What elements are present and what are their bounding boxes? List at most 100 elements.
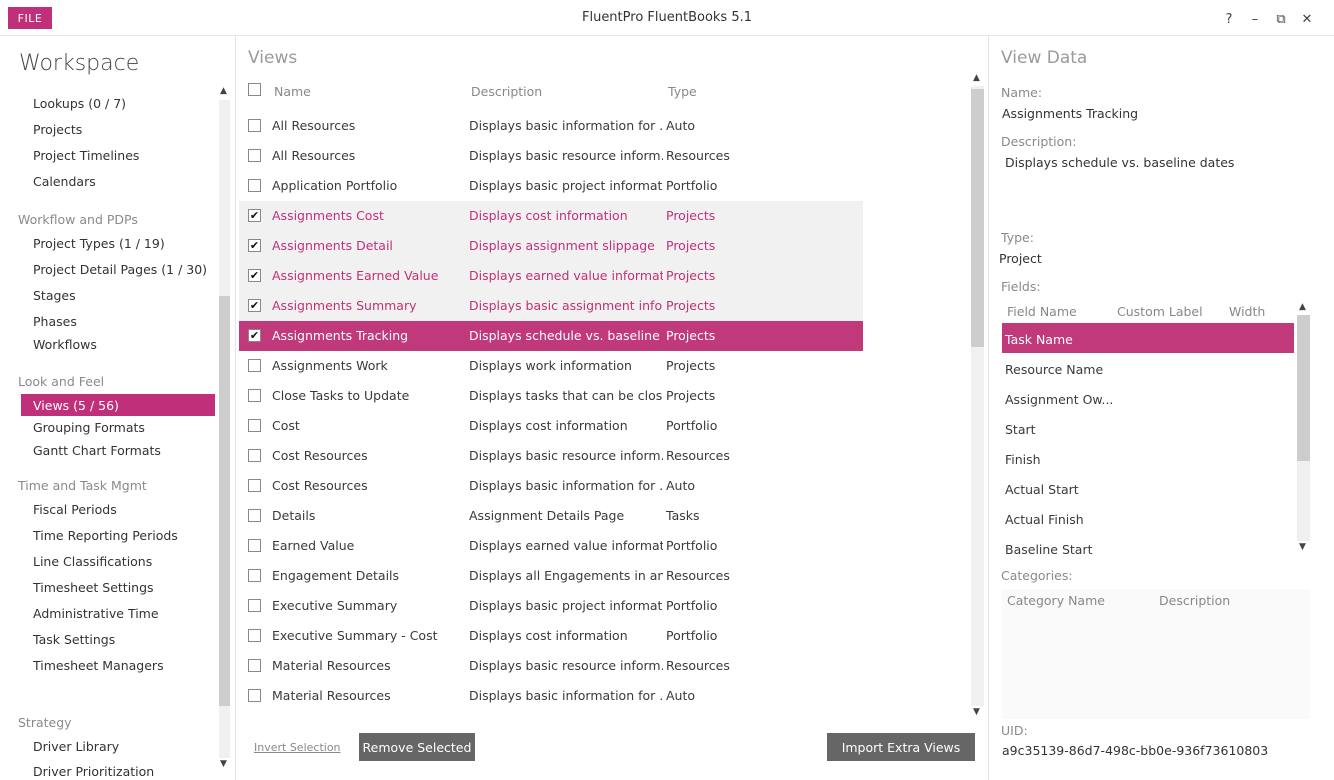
view-row[interactable]: All Resources Displays basic information … xyxy=(239,111,863,141)
remove-selected-button[interactable]: Remove Selected xyxy=(359,733,475,761)
sidebar-item[interactable]: Administrative Time xyxy=(33,606,159,621)
sidebar-item[interactable]: Grouping Formats xyxy=(33,420,145,435)
sidebar-item[interactable]: Views (5 / 56) xyxy=(33,398,119,413)
field-row[interactable]: Resource Name xyxy=(1002,353,1294,383)
row-checkbox[interactable] xyxy=(248,449,261,462)
scrollbar-thumb[interactable] xyxy=(1297,315,1310,461)
field-row[interactable]: Assignment Ow... xyxy=(1002,383,1294,413)
scrollbar-thumb[interactable] xyxy=(219,296,230,706)
chevron-down-icon[interactable]: ▼ xyxy=(1299,542,1306,552)
row-checkbox[interactable] xyxy=(248,179,261,192)
sidebar-item[interactable]: Gantt Chart Formats xyxy=(33,443,161,458)
sidebar-item[interactable]: Line Classifications xyxy=(33,554,152,569)
row-checkbox[interactable] xyxy=(248,359,261,372)
close-icon[interactable]: ✕ xyxy=(1294,9,1320,29)
sidebar-item[interactable]: Driver Prioritization xyxy=(33,764,154,779)
file-menu-button[interactable]: FILE xyxy=(8,7,52,29)
name-label: Name: xyxy=(1001,85,1043,100)
view-row[interactable]: All Resources Displays basic resource inf… xyxy=(239,141,863,171)
column-header-field-name[interactable]: Field Name xyxy=(1007,304,1077,319)
row-checkbox[interactable] xyxy=(248,419,261,432)
view-row[interactable]: Executive Summary Displays basic project … xyxy=(239,591,863,621)
row-checkbox[interactable] xyxy=(248,569,261,582)
chevron-up-icon[interactable]: ▲ xyxy=(220,86,227,96)
sidebar-item[interactable]: Stages xyxy=(33,288,76,303)
import-extra-views-button[interactable]: Import Extra Views xyxy=(827,733,975,761)
chevron-down-icon[interactable]: ▼ xyxy=(220,759,227,769)
view-row[interactable]: Material Resources Displays basic informa… xyxy=(239,681,863,711)
sidebar-item[interactable]: Driver Library xyxy=(33,739,119,754)
row-checkbox[interactable] xyxy=(248,119,261,132)
field-row[interactable]: Actual Start xyxy=(1002,473,1294,503)
row-checkbox[interactable] xyxy=(248,539,261,552)
invert-selection-link[interactable]: Invert Selection xyxy=(254,741,341,754)
row-checkbox[interactable]: ✔ xyxy=(248,209,261,222)
field-row[interactable]: Actual Finish xyxy=(1002,503,1294,533)
row-checkbox[interactable]: ✔ xyxy=(248,239,261,252)
field-row[interactable]: Task Name xyxy=(1002,323,1294,353)
fields-scrollbar[interactable]: ▲ ▼ xyxy=(1296,301,1311,555)
field-row[interactable]: Baseline Start xyxy=(1002,533,1294,555)
row-checkbox[interactable] xyxy=(248,689,261,702)
sidebar-item[interactable]: Project Timelines xyxy=(33,148,139,163)
row-checkbox[interactable] xyxy=(248,509,261,522)
row-checkbox[interactable] xyxy=(248,629,261,642)
sidebar-item[interactable]: Timesheet Settings xyxy=(33,580,154,595)
view-row[interactable]: Details Assignment Details Page Tasks xyxy=(239,501,863,531)
view-row[interactable]: ✔ Assignments Tracking Displays schedule v… xyxy=(239,321,863,351)
view-row[interactable]: Close Tasks to Update Displays tasks that… xyxy=(239,381,863,411)
help-icon[interactable]: ? xyxy=(1216,9,1242,29)
sidebar-item[interactable]: Fiscal Periods xyxy=(33,502,117,517)
sidebar-item[interactable]: Projects xyxy=(33,122,82,137)
view-row[interactable]: ✔ Assignments Detail Displays assignment s… xyxy=(239,231,863,261)
view-row[interactable]: ✔ Assignments Summary Displays basic assig… xyxy=(239,291,863,321)
field-name-cell: Assignment Ow... xyxy=(1005,392,1114,407)
view-row[interactable]: ✔ Assignments Earned Value Displays earned… xyxy=(239,261,863,291)
sidebar-item[interactable]: Lookups (0 / 7) xyxy=(33,96,126,111)
field-row[interactable]: Finish xyxy=(1002,443,1294,473)
column-header-name[interactable]: Name xyxy=(274,84,311,99)
view-row[interactable]: Cost Displays cost information Portfolio xyxy=(239,411,863,441)
row-checkbox[interactable]: ✔ xyxy=(248,329,261,342)
column-header-category-name[interactable]: Category Name xyxy=(1007,593,1105,608)
sidebar-item[interactable]: Project Types (1 / 19) xyxy=(33,236,165,251)
sidebar-item[interactable]: Calendars xyxy=(33,174,96,189)
sidebar-item[interactable]: Workflows xyxy=(33,337,97,352)
view-row[interactable]: ✔ Assignments Cost Displays cost informati… xyxy=(239,201,863,231)
chevron-up-icon[interactable]: ▲ xyxy=(1299,302,1306,312)
sidebar-item[interactable]: Phases xyxy=(33,314,77,329)
sidebar-item[interactable]: Project Detail Pages (1 / 30) xyxy=(33,262,207,277)
column-header-category-description[interactable]: Description xyxy=(1159,593,1230,608)
select-all-checkbox[interactable] xyxy=(248,83,261,96)
view-row[interactable]: Material Resources Displays basic resourc… xyxy=(239,651,863,681)
row-checkbox[interactable]: ✔ xyxy=(248,299,261,312)
view-row[interactable]: Executive Summary - Cost Displays cost in… xyxy=(239,621,863,651)
column-header-type[interactable]: Type xyxy=(668,84,697,99)
row-checkbox[interactable]: ✔ xyxy=(248,269,261,282)
row-checkbox[interactable] xyxy=(248,149,261,162)
view-row[interactable]: Application Portfolio Displays basic proj… xyxy=(239,171,863,201)
row-checkbox[interactable] xyxy=(248,599,261,612)
scrollbar-thumb[interactable] xyxy=(971,89,984,347)
sidebar-item[interactable]: Timesheet Managers xyxy=(33,658,164,673)
sidebar-item[interactable]: Time Reporting Periods xyxy=(33,528,178,543)
chevron-down-icon[interactable]: ▼ xyxy=(973,707,980,717)
sidebar-item[interactable]: Task Settings xyxy=(33,632,115,647)
workspace-scrollbar[interactable]: ▲ ▼ xyxy=(217,86,232,776)
view-row[interactable]: Assignments Work Displays work informatio… xyxy=(239,351,863,381)
views-scrollbar[interactable]: ▲ ▼ xyxy=(970,72,985,720)
chevron-up-icon[interactable]: ▲ xyxy=(973,73,980,83)
row-checkbox[interactable] xyxy=(248,659,261,672)
view-row[interactable]: Earned Value Displays earned value inform… xyxy=(239,531,863,561)
column-header-custom-label[interactable]: Custom Label xyxy=(1117,304,1203,319)
field-row[interactable]: Start xyxy=(1002,413,1294,443)
column-header-description[interactable]: Description xyxy=(471,84,542,99)
row-checkbox[interactable] xyxy=(248,389,261,402)
restore-icon[interactable]: ⧉ xyxy=(1268,9,1294,29)
minimize-icon[interactable]: – xyxy=(1242,9,1268,29)
view-row[interactable]: Cost Resources Displays basic resource in… xyxy=(239,441,863,471)
view-row[interactable]: Engagement Details Displays all Engagemen… xyxy=(239,561,863,591)
column-header-width[interactable]: Width xyxy=(1229,304,1265,319)
row-checkbox[interactable] xyxy=(248,479,261,492)
view-row[interactable]: Cost Resources Displays basic information… xyxy=(239,471,863,501)
